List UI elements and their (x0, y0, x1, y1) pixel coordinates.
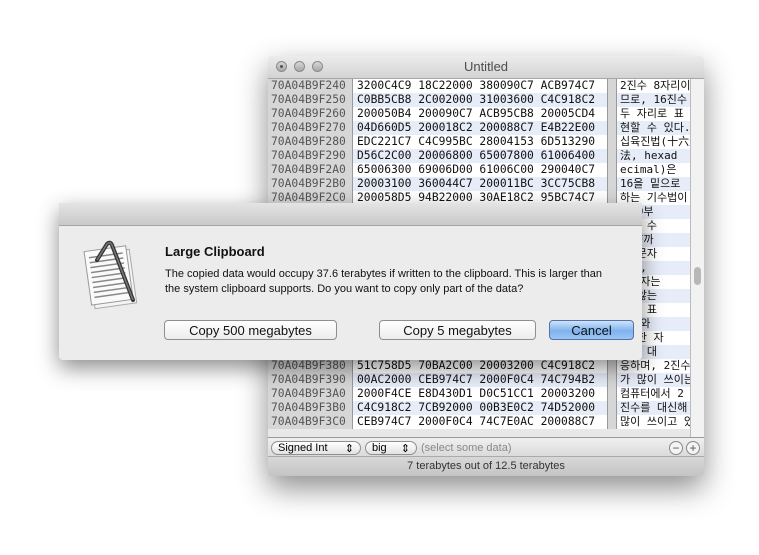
hex-row[interactable]: 70A04B9F270 04D660D5 200018C2 200088C7 E4… (268, 121, 704, 135)
row-hex-bytes: 00AC2000 CEB974C7 2000F0C4 74C794B2 (352, 373, 607, 387)
row-address: 70A04B9F290 (268, 149, 352, 163)
row-address: 70A04B9F380 (268, 359, 352, 373)
data-inspector-bar: Signed Int ⇕ big ⇕ (select some data) − + (268, 437, 704, 458)
updown-icon: ⇕ (400, 442, 410, 455)
row-address: 70A04B9F390 (268, 373, 352, 387)
row-address: 70A04B9F3A0 (268, 387, 352, 401)
row-text: 컴퓨터에서 2 (617, 387, 691, 401)
endian-select[interactable]: big ⇕ (365, 441, 417, 455)
row-text: 십육진법(十六進 (617, 135, 691, 149)
row-text: 法, hexad (617, 149, 691, 163)
column-separator (607, 373, 617, 387)
row-address: 70A04B9F260 (268, 107, 352, 121)
row-text: 응하며, 2진수 (617, 359, 691, 373)
hex-row[interactable]: 70A04B9F3B0 C4C918C2 7CB92000 00B3E0C2 74… (268, 401, 704, 415)
row-text: 16을 밑으로 (617, 177, 691, 191)
hex-row[interactable]: 70A04B9F280 EDC221C7 C4C995BC 28004153 6D… (268, 135, 704, 149)
row-address: 70A04B9F250 (268, 93, 352, 107)
close-window-button[interactable] (276, 61, 287, 72)
row-text: 2진수 8자리이 (617, 79, 691, 93)
row-hex-bytes: 2000F4CE E8D430D1 D0C51CC1 20003200 (352, 387, 607, 401)
status-bar: 7 terabytes out of 12.5 terabytes (268, 456, 704, 476)
inspector-hint: (select some data) (421, 442, 512, 454)
row-hex-bytes: C4C918C2 7CB92000 00B3E0C2 74D52000 (352, 401, 607, 415)
endian-select-value: big (372, 442, 387, 454)
minimize-window-button[interactable] (294, 61, 305, 72)
column-separator (607, 163, 617, 177)
hex-row[interactable]: 70A04B9F380 51C758D5 70BA2C00 20003200 C4… (268, 359, 704, 373)
row-text: 많이 쓰이고 있 (617, 415, 691, 429)
hex-row[interactable]: 70A04B9F2B0 20003100 360044C7 200011BC 3C… (268, 177, 704, 191)
row-text: 진수를 대신해 (617, 401, 691, 415)
dialog-message: The copied data would occupy 37.6 teraby… (165, 268, 602, 295)
dialog-header (59, 203, 642, 226)
updown-icon: ⇕ (344, 442, 354, 455)
hex-row[interactable]: 70A04B9F3C0 CEB974C7 2000F0C4 74C7E0AC 20… (268, 415, 704, 429)
column-separator (607, 177, 617, 191)
row-hex-bytes: 04D660D5 200018C2 200088C7 E4B22E00 (352, 121, 607, 135)
column-separator (607, 79, 617, 93)
copy-5-megabytes-button[interactable]: Copy 5 megabytes (379, 320, 536, 340)
scroll-thumb[interactable] (694, 267, 701, 285)
window-title: Untitled (463, 59, 509, 74)
copy-500-megabytes-button[interactable]: Copy 500 megabytes (164, 320, 337, 340)
row-address: 70A04B9F2A0 (268, 163, 352, 177)
row-hex-bytes: 3200C4C9 18C22000 380090C7 ACB974C7 (352, 79, 607, 93)
column-separator (607, 415, 617, 429)
title-bar: Untitled (268, 56, 704, 79)
row-hex-bytes: EDC221C7 C4C995BC 28004153 6D513290 (352, 135, 607, 149)
column-separator (607, 93, 617, 107)
column-separator (607, 149, 617, 163)
zoom-window-button[interactable] (312, 61, 323, 72)
row-hex-bytes: 20003100 360044C7 200011BC 3CC75CB8 (352, 177, 607, 191)
row-hex-bytes: 200050B4 200090C7 ACB95CB8 20005CD4 (352, 107, 607, 121)
dialog-title: Large Clipboard (165, 244, 265, 259)
hex-row[interactable]: 70A04B9F2A0 65006300 69006D00 61006C00 29… (268, 163, 704, 177)
vertical-scrollbar[interactable] (690, 79, 704, 437)
hex-row[interactable]: 70A04B9F3A0 2000F4CE E8D430D1 D0C51CC1 20… (268, 387, 704, 401)
hex-row[interactable]: 70A04B9F240 3200C4C9 18C22000 380090C7 AC… (268, 79, 704, 93)
column-separator (607, 107, 617, 121)
row-address: 70A04B9F280 (268, 135, 352, 149)
column-separator (607, 401, 617, 415)
cancel-button[interactable]: Cancel (549, 320, 634, 340)
column-separator (607, 135, 617, 149)
row-hex-bytes: 65006300 69006D00 61006C00 290040C7 (352, 163, 607, 177)
hex-row[interactable]: 70A04B9F260 200050B4 200090C7 ACB95CB8 20… (268, 107, 704, 121)
column-separator (607, 121, 617, 135)
type-select[interactable]: Signed Int ⇕ (271, 441, 361, 455)
hex-row[interactable]: 70A04B9F390 00AC2000 CEB974C7 2000F0C4 74… (268, 373, 704, 387)
row-address: 70A04B9F3C0 (268, 415, 352, 429)
remove-inspector-button[interactable]: − (669, 441, 683, 455)
add-inspector-button[interactable]: + (686, 441, 700, 455)
column-separator (607, 359, 617, 373)
row-address: 70A04B9F2B0 (268, 177, 352, 191)
row-hex-bytes: CEB974C7 2000F0C4 74C7E0AC 200088C7 (352, 415, 607, 429)
hexfiend-clipboard-icon (83, 240, 138, 310)
large-clipboard-dialog: Large Clipboard The copied data would oc… (59, 203, 642, 360)
row-hex-bytes: D56C2C00 20006800 65007800 61006400 (352, 149, 607, 163)
row-text: 므로, 16진수 (617, 93, 691, 107)
row-text: 현할 수 있다. (617, 121, 691, 135)
row-text: 가 많이 쓰이는 (617, 373, 691, 387)
column-separator (607, 387, 617, 401)
row-hex-bytes: 51C758D5 70BA2C00 20003200 C4C918C2 (352, 359, 607, 373)
row-hex-bytes: C0BB5CB8 2C002000 31003600 C4C918C2 (352, 93, 607, 107)
hex-row[interactable]: 70A04B9F290 D56C2C00 20006800 65007800 61… (268, 149, 704, 163)
type-select-value: Signed Int (278, 442, 328, 454)
row-address: 70A04B9F3B0 (268, 401, 352, 415)
row-address: 70A04B9F270 (268, 121, 352, 135)
row-text: ecimal)은 (617, 163, 691, 177)
row-address: 70A04B9F240 (268, 79, 352, 93)
row-text: 두 자리로 표 (617, 107, 691, 121)
hex-row[interactable]: 70A04B9F250 C0BB5CB8 2C002000 31003600 C4… (268, 93, 704, 107)
